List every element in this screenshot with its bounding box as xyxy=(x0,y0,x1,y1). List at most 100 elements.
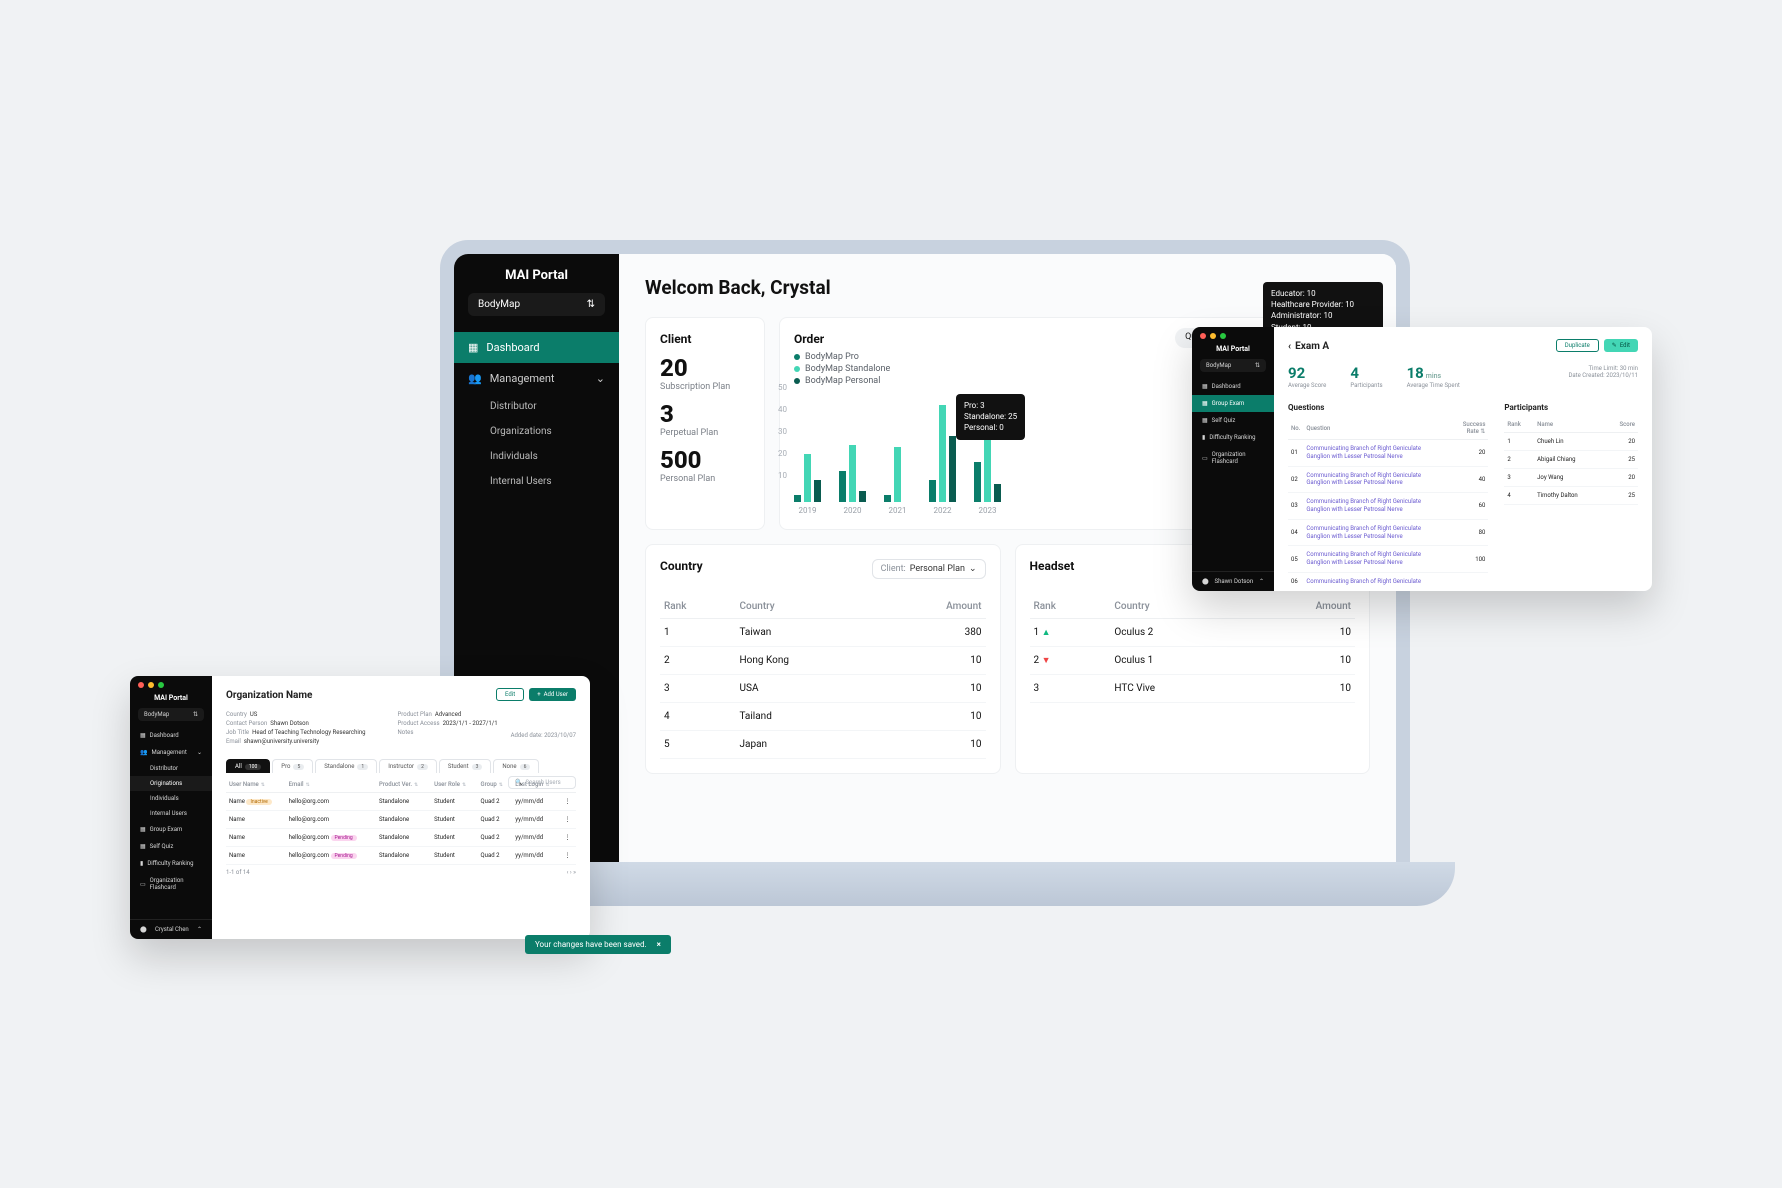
sort-icon[interactable]: ⇅ xyxy=(414,782,418,788)
traffic-min-icon[interactable] xyxy=(1210,333,1216,339)
tab-all[interactable]: All100 xyxy=(226,759,270,773)
table-row[interactable]: 3USA10 xyxy=(660,675,986,703)
country-filter[interactable]: Client: Personal Plan ⌄ xyxy=(872,559,986,579)
participants-heading: Participants xyxy=(1504,403,1638,412)
exam-nav-dashboard[interactable]: ▦ Dashboard xyxy=(1192,378,1274,395)
traffic-close-icon[interactable] xyxy=(138,682,144,688)
traffic-min-icon[interactable] xyxy=(148,682,154,688)
org-nav-sub[interactable]: Individuals xyxy=(130,791,212,806)
org-nav-sub[interactable]: Internal Users xyxy=(130,806,212,821)
row-menu-icon[interactable]: ⋮ xyxy=(561,811,576,829)
sort-icon[interactable]: ⇅ xyxy=(462,782,466,788)
traffic-close-icon[interactable] xyxy=(1200,333,1206,339)
table-row[interactable]: 04Communicating Branch of Right Genicula… xyxy=(1288,519,1488,546)
pager-controls[interactable]: ‹ › » xyxy=(567,869,576,876)
table-row[interactable]: 05Communicating Branch of Right Genicula… xyxy=(1288,546,1488,573)
table-row[interactable]: 4Timothy Dalton25 xyxy=(1504,487,1638,505)
table-row[interactable]: 1Chueh Lin20 xyxy=(1504,433,1638,451)
table-pager: 1-1 of 14 ‹ › » xyxy=(226,869,576,876)
users-icon: 👥 xyxy=(468,372,482,385)
bar[interactable] xyxy=(949,436,956,502)
product-selector[interactable]: BodyMap ⇅ xyxy=(468,293,605,316)
tab-pro[interactable]: Pro5 xyxy=(272,759,313,773)
sidebar-sub-individuals[interactable]: Individuals xyxy=(454,444,619,469)
client-metric-2-l: Personal Plan xyxy=(660,474,750,484)
bar[interactable] xyxy=(884,495,891,502)
table-row[interactable]: 2 ▼Oculus 110 xyxy=(1030,647,1356,675)
search-input[interactable]: 🔍 Search Users xyxy=(508,776,576,789)
exam-nav-self-quiz[interactable]: ▦ Self Quiz xyxy=(1192,412,1274,429)
tab-none[interactable]: None6 xyxy=(493,759,539,773)
exam-nav-group-exam[interactable]: ▦ Group Exam xyxy=(1192,395,1274,412)
table-row[interactable]: 3 HTC Vive10 xyxy=(1030,675,1356,703)
table-row[interactable]: Name hello@org.com StandaloneStudentQuad… xyxy=(226,811,576,829)
sidebar-item-label: Dashboard xyxy=(486,341,539,354)
bar[interactable] xyxy=(994,484,1001,502)
bar[interactable] xyxy=(804,454,811,502)
table-row[interactable]: Name Inactivehello@org.com StandaloneStu… xyxy=(226,793,576,811)
bar[interactable] xyxy=(839,471,846,502)
sort-icon[interactable]: ⇅ xyxy=(499,782,503,788)
table-row[interactable]: 5Japan10 xyxy=(660,731,986,759)
table-row[interactable]: Name hello@org.com PendingStandaloneStud… xyxy=(226,829,576,847)
org-nav-flashcard[interactable]: ▭ Organization Flashcard xyxy=(130,872,212,896)
exam-sidebar-footer[interactable]: ⬤ Shawn Dotson ⌃ xyxy=(1192,571,1274,591)
sort-icon[interactable]: ⇅ xyxy=(306,782,310,788)
table-row[interactable]: 02Communicating Branch of Right Genicula… xyxy=(1288,466,1488,493)
table-row[interactable]: 03Communicating Branch of Right Genicula… xyxy=(1288,493,1488,520)
table-row[interactable]: Name hello@org.com PendingStandaloneStud… xyxy=(226,847,576,865)
edit-button[interactable]: Edit xyxy=(496,688,524,701)
duplicate-button[interactable]: Duplicate xyxy=(1556,339,1599,352)
trend-up-icon: ▲ xyxy=(1042,628,1051,638)
table-row[interactable]: 2Hong Kong10 xyxy=(660,647,986,675)
bar[interactable] xyxy=(939,405,946,502)
org-nav-sub[interactable]: Distributor xyxy=(130,761,212,776)
bar[interactable] xyxy=(849,445,856,502)
org-nav-difficulty[interactable]: ▮ Difficulty Ranking xyxy=(130,855,212,872)
table-row[interactable]: 1 ▲Oculus 210 xyxy=(1030,619,1356,647)
tab-instructor[interactable]: Instructor2 xyxy=(379,759,437,773)
sidebar-sub-internal-users[interactable]: Internal Users xyxy=(454,469,619,494)
sort-icon[interactable]: ⇅ xyxy=(261,782,265,788)
bar[interactable] xyxy=(794,495,801,502)
sidebar-item-dashboard[interactable]: ▦ Dashboard xyxy=(454,332,619,363)
org-nav-group-exam[interactable]: ▦ Group Exam xyxy=(130,821,212,838)
order-chart: 50 40 30 20 10 xyxy=(794,392,1261,502)
add-user-button[interactable]: +Add User xyxy=(529,688,576,701)
exam-nav-difficulty[interactable]: ▮ Difficulty Ranking xyxy=(1192,429,1274,446)
close-icon[interactable]: × xyxy=(657,940,661,949)
product-selector[interactable]: BodyMap⇅ xyxy=(138,708,204,721)
table-row[interactable]: 06Communicating Branch of Right Genicula… xyxy=(1288,572,1488,591)
sidebar-sub-organizations[interactable]: Organizations xyxy=(454,419,619,444)
org-sidebar-footer[interactable]: ⬤ Crystal Chen ⌃ xyxy=(130,919,212,939)
sort-icon[interactable]: ⇅ xyxy=(1480,428,1485,435)
table-row[interactable]: 2Abigail Chiang25 xyxy=(1504,451,1638,469)
row-menu-icon[interactable]: ⋮ xyxy=(561,793,576,811)
bar[interactable] xyxy=(859,491,866,502)
traffic-max-icon[interactable] xyxy=(158,682,164,688)
row-menu-icon[interactable]: ⋮ xyxy=(561,829,576,847)
edit-button[interactable]: ✎Edit xyxy=(1604,339,1638,352)
org-nav-self-quiz[interactable]: ▦ Self Quiz xyxy=(130,838,212,855)
table-row[interactable]: 01Communicating Branch of Right Genicula… xyxy=(1288,440,1488,467)
table-row[interactable]: 1Taiwan380 xyxy=(660,619,986,647)
bar[interactable] xyxy=(974,462,981,502)
exam-nav-flashcard[interactable]: ▭ Organization Flashcard xyxy=(1192,446,1274,470)
bar[interactable] xyxy=(814,480,821,502)
org-nav-dashboard[interactable]: ▦ Dashboard xyxy=(130,727,212,744)
table-row[interactable]: 3Joy Wang20 xyxy=(1504,469,1638,487)
questions-heading: Questions xyxy=(1288,403,1488,412)
bar[interactable] xyxy=(929,480,936,502)
tab-student[interactable]: Student3 xyxy=(439,759,492,773)
product-selector[interactable]: BodyMap⇅ xyxy=(1200,359,1266,372)
traffic-max-icon[interactable] xyxy=(1220,333,1226,339)
row-menu-icon[interactable]: ⋮ xyxy=(561,847,576,865)
bar[interactable] xyxy=(894,447,901,502)
sidebar-item-management[interactable]: 👥 Management ⌄ xyxy=(454,363,619,394)
client-card: Client 20 Subscription Plan 3 Perpetual … xyxy=(645,317,765,530)
org-nav-management[interactable]: 👥 Management⌄ xyxy=(130,744,212,761)
tab-standalone[interactable]: Standalone1 xyxy=(315,759,377,773)
table-row[interactable]: 4Tailand10 xyxy=(660,703,986,731)
org-nav-sub-active[interactable]: Originations xyxy=(130,776,212,791)
sidebar-sub-distributor[interactable]: Distributor xyxy=(454,394,619,419)
